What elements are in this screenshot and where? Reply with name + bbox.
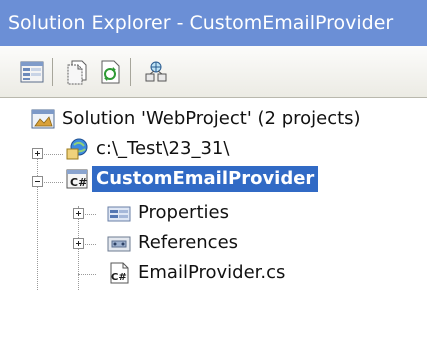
show-all-files-icon: [67, 60, 87, 85]
refresh-icon: [101, 60, 120, 84]
copy-web-site-button[interactable]: [142, 58, 170, 86]
svg-text:C#: C#: [111, 272, 127, 283]
refresh-button[interactable]: [96, 58, 124, 86]
properties-label: Properties: [138, 202, 229, 223]
toolbar: [0, 46, 427, 98]
toolbar-separator: [130, 58, 131, 86]
properties-icon: [20, 61, 44, 83]
file-label: EmailProvider.cs: [138, 262, 286, 283]
svg-text:C#: C#: [70, 176, 87, 189]
window-title: Solution Explorer - CustomEmailProvider: [0, 0, 427, 46]
tree-line: [78, 274, 96, 276]
solution-icon: [31, 109, 55, 129]
show-all-files-button[interactable]: [64, 58, 92, 86]
solution-explorer-window: Solution Explorer - CustomEmailProvider: [0, 0, 427, 341]
web-folder-icon: [66, 138, 88, 160]
references-folder-icon: [107, 236, 131, 252]
project-label: CustomEmailProvider: [92, 166, 319, 192]
expand-references-toggle[interactable]: [73, 238, 84, 249]
solution-tree: Solution 'WebProject' (2 projects) c:\_T…: [0, 98, 427, 341]
toolbar-separator: [52, 58, 53, 86]
expand-properties-toggle[interactable]: [73, 208, 84, 219]
website-label: c:\_Test\23_31\: [96, 138, 230, 159]
csharp-project-icon: C#: [66, 169, 88, 189]
properties-folder-icon: [107, 206, 131, 222]
references-label: References: [138, 232, 239, 253]
copy-web-site-icon: [145, 61, 167, 82]
properties-button[interactable]: [18, 58, 46, 86]
expand-website-toggle[interactable]: [32, 148, 43, 159]
tree-line: [37, 148, 39, 290]
collapse-project-toggle[interactable]: [32, 176, 43, 187]
csharp-file-icon: C#: [110, 262, 129, 284]
solution-label: Solution 'WebProject' (2 projects): [62, 108, 361, 129]
